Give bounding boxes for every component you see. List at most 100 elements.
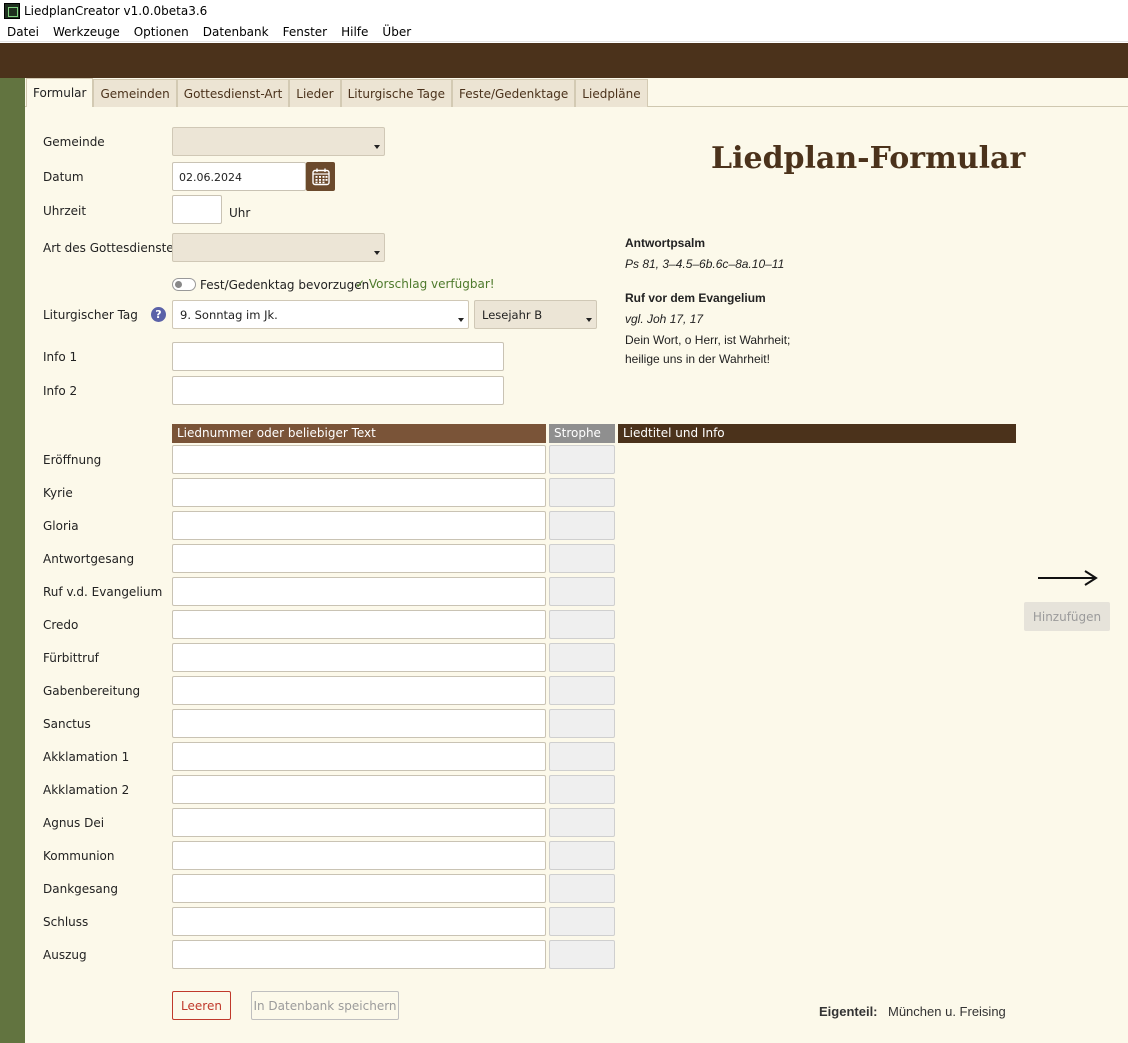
liednummer-input[interactable] xyxy=(172,610,546,639)
liednummer-input[interactable] xyxy=(172,445,546,474)
side-strip xyxy=(0,78,25,1043)
liednummer-input[interactable] xyxy=(172,511,546,540)
tab-liedplaene[interactable]: Liedpläne xyxy=(575,79,648,107)
liednummer-input[interactable] xyxy=(172,808,546,837)
row-label: Eröffnung xyxy=(43,453,102,467)
tab-lieder[interactable]: Lieder xyxy=(289,79,341,107)
row-label: Agnus Dei xyxy=(43,816,105,830)
strophe-input[interactable] xyxy=(549,775,615,804)
window-title: LiedplanCreator v1.0.0beta3.6 xyxy=(24,4,208,18)
liturgischer-tag-value: 9. Sonntag im Jk. xyxy=(180,308,278,322)
strophe-input[interactable] xyxy=(549,676,615,705)
strophe-input[interactable] xyxy=(549,907,615,936)
arrow-right-icon xyxy=(1038,570,1098,586)
fest-toggle-label: Fest/Gedenktag bevorzugen xyxy=(200,278,370,292)
liednummer-input[interactable] xyxy=(172,841,546,870)
datum-label: Datum xyxy=(43,170,84,184)
menu-bar: Datei Werkzeuge Optionen Datenbank Fenst… xyxy=(0,22,1128,42)
liednummer-input[interactable] xyxy=(172,709,546,738)
row-label: Gabenbereitung xyxy=(43,684,141,698)
tab-liturgische-tage[interactable]: Liturgische Tage xyxy=(340,79,452,107)
chevron-down-icon xyxy=(586,318,592,322)
gemeinde-label: Gemeinde xyxy=(43,135,105,149)
main-panel: Formular Gemeinden Gottesdienst-Art Lied… xyxy=(25,78,1128,1043)
uhrzeit-input[interactable] xyxy=(172,195,222,224)
menu-optionen[interactable]: Optionen xyxy=(127,25,196,39)
row-label: Sanctus xyxy=(43,717,91,731)
row-label: Gloria xyxy=(43,519,79,533)
ruf-line-2: heilige uns in der Wahrheit! xyxy=(625,352,770,366)
tab-feste-gedenktage[interactable]: Feste/Gedenktage xyxy=(451,79,576,107)
vorschlag-hint: ✓ Vorschlag verfügbar! xyxy=(355,277,495,291)
clear-button[interactable]: Leeren xyxy=(172,991,231,1020)
liednummer-input[interactable] xyxy=(172,676,546,705)
strophe-input[interactable] xyxy=(549,940,615,969)
app-icon xyxy=(4,3,20,19)
menu-werkzeuge[interactable]: Werkzeuge xyxy=(46,25,127,39)
liturgischer-tag-select[interactable]: 9. Sonntag im Jk. xyxy=(172,300,469,329)
row-label: Kyrie xyxy=(43,486,73,500)
row-label: Schluss xyxy=(43,915,89,929)
gemeinde-select[interactable] xyxy=(172,127,385,156)
save-to-database-button[interactable]: In Datenbank speichern xyxy=(251,991,399,1020)
tab-gottesdienst-art[interactable]: Gottesdienst-Art xyxy=(176,79,290,107)
art-select[interactable] xyxy=(172,233,385,262)
antwortpsalm-title: Antwortpsalm xyxy=(625,236,706,250)
liednummer-input[interactable] xyxy=(172,742,546,771)
liednummer-input[interactable] xyxy=(172,940,546,969)
uhrzeit-label: Uhrzeit xyxy=(43,204,87,218)
tab-gemeinden[interactable]: Gemeinden xyxy=(93,79,177,107)
liednummer-input[interactable] xyxy=(172,478,546,507)
add-button[interactable]: Hinzufügen xyxy=(1024,602,1110,631)
lesejahr-value: Lesejahr B xyxy=(482,308,543,322)
strophe-input[interactable] xyxy=(549,445,615,474)
tab-formular[interactable]: Formular xyxy=(26,78,94,107)
info1-input[interactable] xyxy=(172,342,504,371)
liednummer-input[interactable] xyxy=(172,907,546,936)
calendar-button[interactable] xyxy=(306,162,335,191)
page-title: Liedplan-Formular xyxy=(711,141,1026,176)
strophe-input[interactable] xyxy=(549,874,615,903)
chevron-down-icon xyxy=(374,251,380,255)
liednummer-input[interactable] xyxy=(172,874,546,903)
info2-input[interactable] xyxy=(172,376,504,405)
title-bar: LiedplanCreator v1.0.0beta3.6 xyxy=(0,0,1128,22)
row-label: Antwortgesang xyxy=(43,552,135,566)
help-icon[interactable]: ? xyxy=(151,307,166,322)
datum-input[interactable]: 02.06.2024 xyxy=(172,162,306,191)
art-label: Art des Gottesdienstes xyxy=(43,241,180,255)
liturgischer-tag-label: Liturgischer Tag xyxy=(43,308,138,322)
menu-datei[interactable]: Datei xyxy=(0,25,46,39)
menu-datenbank[interactable]: Datenbank xyxy=(196,25,276,39)
header-band xyxy=(0,43,1128,78)
col-liednummer-header: Liednummer oder beliebiger Text xyxy=(172,424,546,443)
strophe-input[interactable] xyxy=(549,841,615,870)
row-label: Kommunion xyxy=(43,849,115,863)
ruf-title: Ruf vor dem Evangelium xyxy=(625,291,766,305)
info2-label: Info 2 xyxy=(43,384,78,398)
menu-fenster[interactable]: Fenster xyxy=(276,25,335,39)
strophe-input[interactable] xyxy=(549,478,615,507)
strophe-input[interactable] xyxy=(549,511,615,540)
strophe-input[interactable] xyxy=(549,544,615,573)
lesejahr-select[interactable]: Lesejahr B xyxy=(474,300,597,329)
liednummer-input[interactable] xyxy=(172,544,546,573)
liednummer-input[interactable] xyxy=(172,577,546,606)
fest-toggle[interactable] xyxy=(172,278,196,291)
menu-ueber[interactable]: Über xyxy=(375,25,418,39)
strophe-input[interactable] xyxy=(549,577,615,606)
strophe-input[interactable] xyxy=(549,742,615,771)
liednummer-input[interactable] xyxy=(172,775,546,804)
strophe-input[interactable] xyxy=(549,709,615,738)
liednummer-input[interactable] xyxy=(172,643,546,672)
col-strophe-header: Strophe xyxy=(549,424,615,443)
row-label: Akklamation 2 xyxy=(43,783,130,797)
ruf-line-1: Dein Wort, o Herr, ist Wahrheit; xyxy=(625,333,791,347)
menu-hilfe[interactable]: Hilfe xyxy=(334,25,375,39)
col-liedtitel-header: Liedtitel und Info xyxy=(618,424,1016,443)
strophe-input[interactable] xyxy=(549,643,615,672)
strophe-input[interactable] xyxy=(549,610,615,639)
strophe-input[interactable] xyxy=(549,808,615,837)
uhr-unit: Uhr xyxy=(229,206,251,220)
datum-value: 02.06.2024 xyxy=(179,171,242,184)
